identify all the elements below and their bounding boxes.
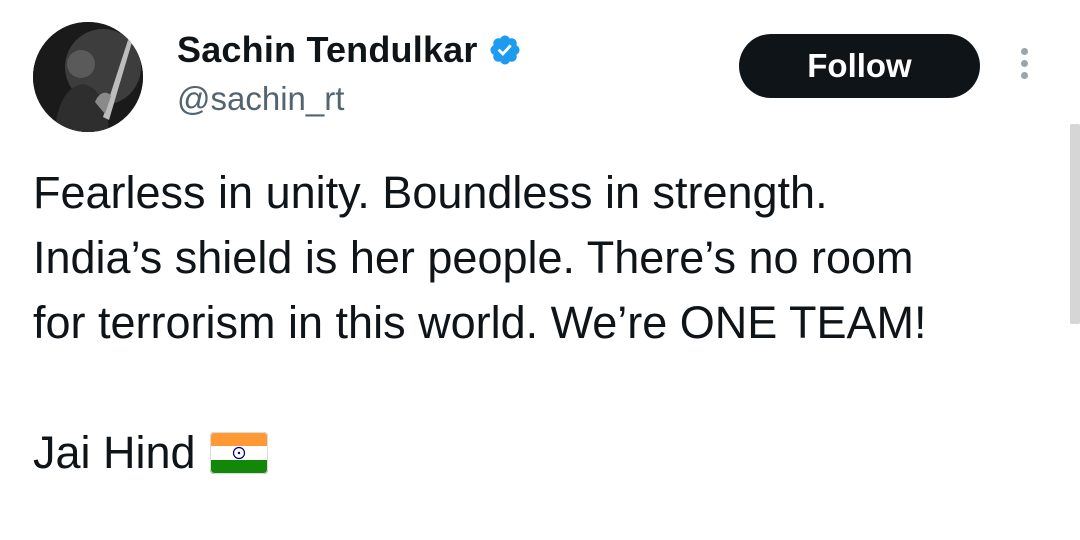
verified-badge-icon bbox=[490, 35, 520, 65]
avatar[interactable] bbox=[33, 22, 143, 132]
tweet-body: Fearless in unity. Boundless in strength… bbox=[33, 160, 1063, 485]
tweet-line: Fearless in unity. Boundless in strength… bbox=[33, 167, 828, 218]
tweet-closing-line: Jai Hind bbox=[33, 420, 1063, 485]
follow-button[interactable]: Follow bbox=[739, 34, 980, 98]
scrollbar[interactable] bbox=[1070, 124, 1080, 324]
tweet-line: for terrorism in this world. We’re ONE T… bbox=[33, 297, 927, 348]
avatar-photo bbox=[33, 22, 143, 132]
tweet-closing-text: Jai Hind bbox=[33, 427, 196, 478]
tweet-card: Sachin Tendulkar @sachin_rt Follow Fearl… bbox=[0, 0, 1080, 540]
more-vertical-icon[interactable] bbox=[1012, 48, 1036, 88]
author-handle[interactable]: @sachin_rt bbox=[177, 80, 344, 118]
india-flag-icon bbox=[209, 432, 268, 474]
author-name-row: Sachin Tendulkar bbox=[177, 28, 522, 72]
author-display-name[interactable]: Sachin Tendulkar bbox=[177, 29, 478, 71]
tweet-line: India’s shield is her people. There’s no… bbox=[33, 232, 914, 283]
